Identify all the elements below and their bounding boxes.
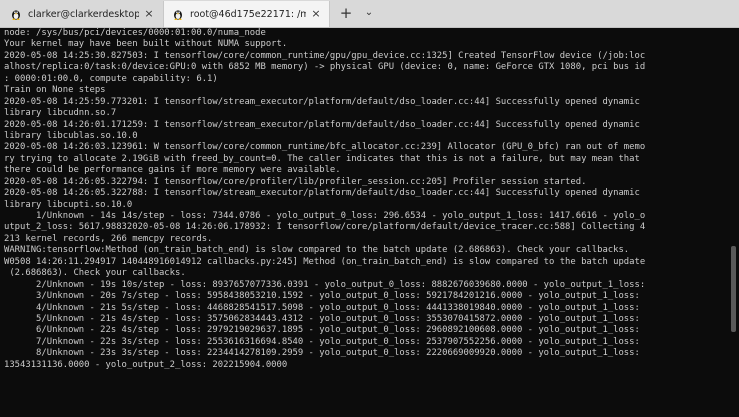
terminal-line: alhost/replica:0/task:0/device:GPU:0 wit…: [4, 62, 646, 73]
terminal-line: 2020-05-08 14:26:05.322794: I tensorflow…: [4, 176, 587, 187]
terminal-line: 213 kernel records, 266 memcpy records.: [4, 233, 213, 244]
terminal-line: 2/Unknown - 19s 10s/step - loss: 8937657…: [4, 279, 646, 290]
terminal-line: WARNING:tensorflow:Method (on_train_batc…: [4, 245, 630, 256]
scrollbar[interactable]: [729, 28, 739, 417]
terminal-line: ry trying to allocate 2.19GiB with freed…: [4, 153, 640, 164]
tab-clarker-desktop[interactable]: clarker@clarkerdesktop: /mnt/c/ ×: [2, 1, 162, 27]
terminal-line: there could be performance gains if more…: [4, 165, 341, 176]
terminal-line: 8/Unknown - 23s 3s/step - loss: 22344142…: [4, 348, 640, 359]
terminal-line: W0508 14:26:11.294917 140448916014912 ca…: [4, 256, 646, 267]
chevron-down-icon[interactable]: ⌄: [362, 6, 376, 20]
terminal-line: 3/Unknown - 20s 7s/step - loss: 59584380…: [4, 291, 640, 302]
terminal-line: 2020-05-08 14:26:03.123961: W tensorflow…: [4, 142, 646, 153]
tab-strip: clarker@clarkerdesktop: /mnt/c/ × root@4…: [0, 0, 739, 28]
new-tab-button[interactable]: +: [338, 5, 354, 21]
terminal-line: 2020-05-08 14:25:30.827503: I tensorflow…: [4, 50, 646, 61]
terminal-line: 1/Unknown - 14s 14s/step - loss: 7344.07…: [4, 211, 646, 221]
linux-penguin-icon: [12, 10, 20, 20]
scrollbar-thumb[interactable]: [731, 246, 736, 332]
close-tab-icon[interactable]: ×: [143, 8, 155, 20]
terminal-output[interactable]: node: /sys/bus/pci/devices/0000:01:00.0/…: [0, 28, 729, 417]
terminal-line: 7/Unknown - 22s 3s/step - loss: 25536163…: [4, 336, 640, 347]
terminal-line: 6/Unknown - 22s 4s/step - loss: 29792190…: [4, 325, 640, 336]
tab-root-container[interactable]: root@46d175e22171: /mnt/c/Use ×: [163, 1, 330, 27]
terminal-line: Your kernel may have been built without …: [4, 39, 288, 50]
terminal-line: 5/Unknown - 21s 4s/step - loss: 35750628…: [4, 313, 640, 324]
close-tab-icon[interactable]: ×: [310, 8, 322, 20]
terminal-line: library libcublas.so.10.0: [4, 130, 138, 141]
terminal-line: : 0000:01:00.0, compute capability: 6.1): [4, 73, 218, 84]
terminal-line: Train on None steps: [4, 85, 106, 96]
terminal-line: node: /sys/bus/pci/devices/0000:01:00.0/…: [4, 28, 266, 38]
terminal-line: 2020-05-08 14:26:05.322788: I tensorflow…: [4, 188, 640, 199]
terminal-line: utput_2_loss: 5617.98832020-05-08 14:26:…: [4, 222, 646, 233]
terminal-line: library libcudnn.so.7: [4, 108, 117, 119]
terminal-line: 2020-05-08 14:25:59.773201: I tensorflow…: [4, 96, 640, 107]
terminal-line: 4/Unknown - 21s 5s/step - loss: 44688285…: [4, 302, 640, 313]
terminal-line: (2.686863). Check your callbacks.: [4, 268, 186, 279]
tab-title: clarker@clarkerdesktop: /mnt/c/: [28, 8, 139, 20]
terminal-line: library libcupti.so.10.0: [4, 199, 133, 210]
terminal-line: 2020-05-08 14:26:01.171259: I tensorflow…: [4, 119, 640, 130]
terminal-window: clarker@clarkerdesktop: /mnt/c/ × root@4…: [0, 0, 739, 417]
terminal-line: 13543131136.0000 - yolo_output_2_loss: 2…: [4, 359, 288, 370]
linux-penguin-icon: [174, 10, 182, 20]
tab-title: root@46d175e22171: /mnt/c/Use: [190, 8, 306, 20]
